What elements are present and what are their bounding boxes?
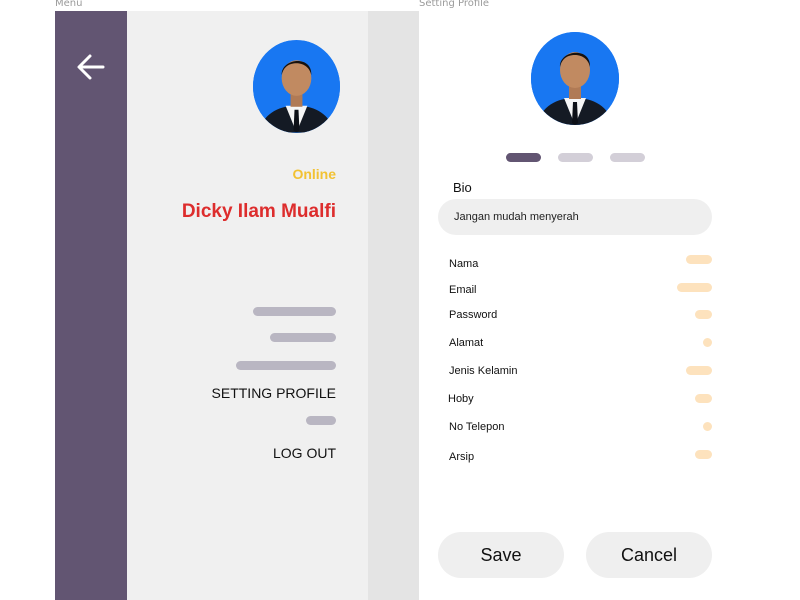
- menu-screen: Online Dicky Ilam Mualfi SETTING PROFILE…: [55, 11, 368, 600]
- logout-link[interactable]: LOG OUT: [273, 445, 336, 461]
- setting-profile-screen: Bio Nama Email Password Alamat Jenis Kel…: [419, 11, 733, 600]
- profile-frame-label: Setting Profile: [419, 0, 490, 9]
- field-label-jenis-kelamin[interactable]: Jenis Kelamin: [449, 365, 517, 377]
- carousel-dot-1[interactable]: [506, 153, 541, 162]
- field-label-alamat[interactable]: Alamat: [449, 337, 483, 349]
- profile-avatar[interactable]: [531, 32, 619, 125]
- save-button[interactable]: Save: [438, 532, 564, 578]
- field-label-password[interactable]: Password: [449, 309, 497, 321]
- field-label-no-telepon[interactable]: No Telepon: [449, 421, 504, 433]
- user-name: Dicky Ilam Mualfi: [181, 201, 336, 222]
- status-online-text: Online: [292, 166, 336, 182]
- menu-frame-label: Menu: [55, 0, 83, 9]
- field-value-alamat[interactable]: [703, 338, 712, 347]
- field-value-jenis-kelamin[interactable]: [686, 366, 712, 375]
- field-value-arsip[interactable]: [695, 450, 712, 459]
- field-label-hoby[interactable]: Hoby: [448, 393, 474, 405]
- bio-input[interactable]: [438, 199, 712, 235]
- field-value-password[interactable]: [695, 310, 712, 319]
- menu-sidebar-rail: [55, 11, 127, 600]
- setting-profile-link[interactable]: SETTING PROFILE: [212, 385, 336, 401]
- menu-item-placeholder[interactable]: [270, 333, 336, 342]
- field-value-email[interactable]: [677, 283, 712, 292]
- menu-item-placeholder[interactable]: [253, 307, 336, 316]
- cancel-button[interactable]: Cancel: [586, 532, 712, 578]
- avatar: [253, 40, 340, 133]
- carousel-dot-2[interactable]: [558, 153, 593, 162]
- field-label-nama[interactable]: Nama: [449, 258, 478, 270]
- field-value-no-telepon[interactable]: [703, 422, 712, 431]
- menu-item-placeholder[interactable]: [306, 416, 336, 425]
- field-value-hoby[interactable]: [695, 394, 712, 403]
- field-value-nama[interactable]: [686, 255, 712, 264]
- bio-label: Bio: [453, 180, 472, 195]
- menu-item-placeholder[interactable]: [236, 361, 336, 370]
- field-label-arsip[interactable]: Arsip: [449, 451, 474, 463]
- arrow-left-icon[interactable]: [74, 50, 108, 84]
- field-label-email[interactable]: Email: [449, 284, 477, 296]
- carousel-dot-3[interactable]: [610, 153, 645, 162]
